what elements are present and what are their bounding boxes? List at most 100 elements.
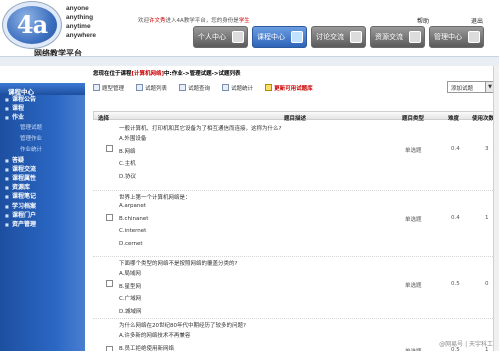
sidebar-item[interactable]: 课程门户: [0, 211, 85, 220]
nav-resources[interactable]: 资源交流: [370, 26, 425, 48]
sidebar-item[interactable]: 学习档案: [0, 202, 85, 211]
question-option: D.协议: [119, 173, 136, 180]
toolbar: 题型管理 试题列表 试题查询 试题统计 更新可用试题库: [93, 82, 497, 93]
refresh-icon: [265, 84, 273, 91]
gear-icon: [468, 31, 480, 43]
nav-management[interactable]: 管理中心: [429, 26, 484, 48]
column-uses: 使用次数: [472, 115, 495, 122]
search-icon: [179, 84, 187, 91]
sidebar-item[interactable]: 作业统计: [0, 145, 85, 156]
header-divider: [0, 56, 499, 66]
logout-link[interactable]: 退出: [471, 18, 483, 25]
sidebar-item[interactable]: 资产管理: [0, 220, 85, 229]
table-row: 世界上第一个计算机网络是： A.arpanet B.chinanet C.intern…: [93, 191, 497, 257]
question-type: 单选题: [405, 347, 422, 351]
page-header: 4a anyone anything anytime anywhere 网络教学…: [0, 0, 499, 66]
main-content: 您现在位于课程[计算机网络]中:作业->管理试题->试题列表 题型管理 试题列表…: [89, 66, 499, 351]
sidebar-title: 课程中心: [0, 83, 85, 96]
question-type: 单选题: [405, 283, 422, 289]
question-uses: 1: [485, 215, 489, 221]
question-type-button[interactable]: 题型管理: [93, 84, 124, 92]
question-text: 一般计算机、打印机和其它设备为了相互通信而连接，这称为什么?: [119, 126, 282, 132]
welcome-mid: 进入4A教学平台，您的身份是: [165, 18, 239, 24]
table-row: 为什么网络在20世纪80年代中期经历了较多的问题? A.许多新的网络技术不再兼容 B…: [93, 319, 497, 351]
column-select: 选择: [98, 115, 110, 122]
sidebar-item[interactable]: 课程公告: [0, 95, 85, 104]
help-link[interactable]: 帮助: [417, 18, 429, 25]
question-option: C.广域网: [119, 296, 142, 302]
vertical-scrollbar[interactable]: [493, 66, 499, 351]
nav-discussion[interactable]: 讨论交流: [311, 26, 366, 48]
question-option: A.许多新的网络技术不再兼容: [119, 333, 191, 339]
question-list-button[interactable]: 试题列表: [136, 84, 167, 92]
table-row: 下面哪个类型的网络不是按照网络的覆盖分类的? A.局域网 B.星型网 C.广域网 D.城…: [93, 257, 497, 319]
question-text: 世界上第一个计算机网络是：: [119, 195, 191, 201]
question-option: B.chinanet: [119, 215, 149, 222]
book-icon: [291, 31, 303, 43]
sidebar-item[interactable]: 课程属性: [0, 174, 85, 183]
breadcrumb-path: 中:作业->管理试题->试题列表: [164, 71, 241, 77]
question-option: B.网络: [119, 148, 136, 155]
sidebar-item[interactable]: 管理作业: [0, 134, 85, 145]
question-text: 下面哪个类型的网络不是按照网络的覆盖分类的?: [119, 261, 238, 267]
question-option: A.arpanet: [119, 203, 146, 209]
chat-icon: [350, 31, 362, 43]
sidebar-item[interactable]: 管理试题: [0, 123, 85, 134]
question-difficulty: 0.4: [451, 215, 460, 221]
breadcrumb: 您现在位于课程[计算机网络]中:作业->管理试题->试题列表: [93, 69, 241, 77]
user-name: 许文秀: [149, 18, 166, 24]
question-option: D.cernet: [119, 240, 143, 247]
question-option: A.局域网: [119, 271, 141, 277]
question-stats-button[interactable]: 试题统计: [222, 84, 253, 92]
row-checkbox[interactable]: [106, 214, 113, 221]
user-role: 学生: [238, 18, 250, 24]
question-option: B.星型网: [119, 283, 142, 290]
update-question-bank-button[interactable]: 更新可用试题库: [265, 84, 313, 92]
toolbar-label: 更新可用试题库: [274, 85, 313, 92]
nav-label: 课程中心: [257, 33, 285, 41]
sidebar-item[interactable]: 答疑: [0, 156, 85, 165]
nav-label: 资源交流: [375, 33, 403, 41]
question-option: A.外围设备: [119, 136, 147, 142]
watermark: @网易号 | 天宇科工: [439, 341, 493, 348]
top-links: 帮助 退出: [377, 16, 483, 25]
platform-logo[interactable]: 4a: [3, 2, 61, 48]
question-uses: 3: [485, 146, 489, 152]
tagline-3: anytime: [66, 23, 91, 30]
question-uses: 0: [485, 281, 489, 287]
row-checkbox[interactable]: [106, 346, 113, 351]
add-question-select[interactable]: 添加试题 ▼: [447, 81, 495, 93]
question-option: C.主机: [119, 161, 136, 167]
table-header: 选择 题目描述 题目类型 难度 使用次数: [93, 111, 497, 122]
sidebar-item[interactable]: 课程笔记: [0, 192, 85, 201]
question-text: 为什么网络在20世纪80年代中期经历了较多的问题?: [119, 323, 246, 329]
logo-mark: 4a: [16, 10, 48, 39]
tagline-4: anywhere: [66, 32, 96, 39]
question-option: C.internet: [119, 228, 147, 234]
toolbar-label: 题型管理: [102, 85, 125, 92]
list-icon: [93, 84, 100, 91]
row-checkbox[interactable]: [106, 145, 113, 152]
sidebar-item[interactable]: 资源库: [0, 183, 85, 192]
question-type: 单选题: [405, 148, 422, 154]
sidebar-item[interactable]: 作业: [0, 113, 85, 122]
toolbar-label: 试题统计: [231, 85, 254, 92]
table-row: 一般计算机、打印机和其它设备为了相互通信而连接，这称为什么? A.外围设备 B.网络…: [93, 122, 497, 191]
welcome-message: 欢迎许文秀进入4A教学平台，您的身份是学生: [138, 16, 250, 24]
nav-personal-center[interactable]: 个人中心: [193, 26, 248, 48]
chart-icon: [222, 84, 230, 91]
question-difficulty: 0.4: [451, 146, 460, 152]
nav-label: 讨论交流: [316, 33, 344, 41]
toolbar-label: 试题查询: [188, 85, 211, 92]
nav-course-center[interactable]: 课程中心: [252, 26, 307, 48]
breadcrumb-course[interactable]: [计算机网络]: [132, 71, 165, 77]
sidebar-menu: 课程公告课程作业管理试题管理作业作业统计答疑课程交流课程属性资源库课程笔记学习档…: [0, 95, 85, 229]
sidebar-item[interactable]: 课程: [0, 104, 85, 113]
question-option: B.员工拒绝使用新网络: [119, 345, 175, 351]
sidebar-item[interactable]: 课程交流: [0, 165, 85, 174]
column-type: 题目类型: [402, 115, 425, 122]
nav-label: 管理中心: [434, 33, 462, 41]
question-search-button[interactable]: 试题查询: [179, 84, 210, 92]
question-difficulty: 0.5: [451, 281, 460, 287]
row-checkbox[interactable]: [106, 280, 113, 287]
